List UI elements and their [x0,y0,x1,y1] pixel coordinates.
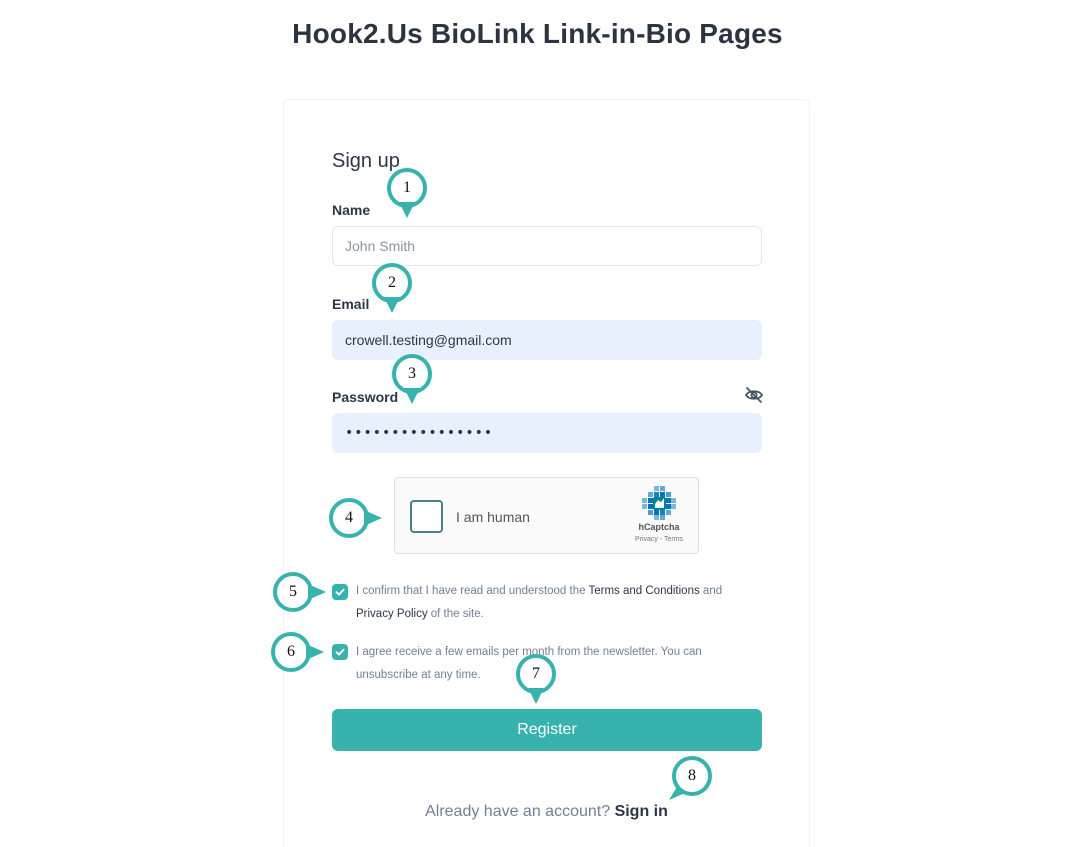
annotation-marker-8: 8 [664,755,718,803]
annotation-marker-6: 6 [270,631,328,673]
annotation-marker-2: 2 [371,263,413,317]
email-label: Email [332,296,370,312]
password-input[interactable] [332,413,762,453]
terms-link[interactable]: Terms and Conditions [589,585,700,597]
name-label: Name [332,202,371,218]
signin-prompt: Already have an account? [425,803,611,820]
eye-off-icon[interactable] [744,386,764,404]
name-input[interactable] [332,226,762,266]
captcha-label: I am human [456,509,530,525]
annotation-marker-3: 3 [391,354,433,408]
page-title: Hook2.Us BioLink Link-in-Bio Pages [292,18,783,49]
annotation-marker-4: 4 [328,497,386,539]
terms-checkbox[interactable] [332,584,348,600]
annotation-marker-7: 7 [515,654,557,708]
annotation-marker-5: 5 [272,571,330,613]
annotation-marker-1: 1 [386,168,428,222]
privacy-link[interactable]: Privacy Policy [356,608,428,620]
hcaptcha-logo-icon [642,486,676,520]
signin-link[interactable]: Sign in [615,803,668,820]
signin-row: Already have an account? Sign in [0,803,1075,821]
check-icon [335,648,345,656]
register-button[interactable]: Register [332,709,762,751]
captcha-privacy-terms[interactable]: Privacy - Terms [617,536,701,543]
terms-consent-text: I confirm that I have read and understoo… [356,585,723,620]
password-label: Password [332,389,399,405]
check-icon [335,588,345,596]
captcha-brand: hCaptcha [638,522,680,532]
newsletter-checkbox[interactable] [332,644,348,660]
captcha-checkbox[interactable] [410,500,443,533]
hcaptcha-widget: I am human hCaptcha Privacy - Terms [394,477,699,554]
